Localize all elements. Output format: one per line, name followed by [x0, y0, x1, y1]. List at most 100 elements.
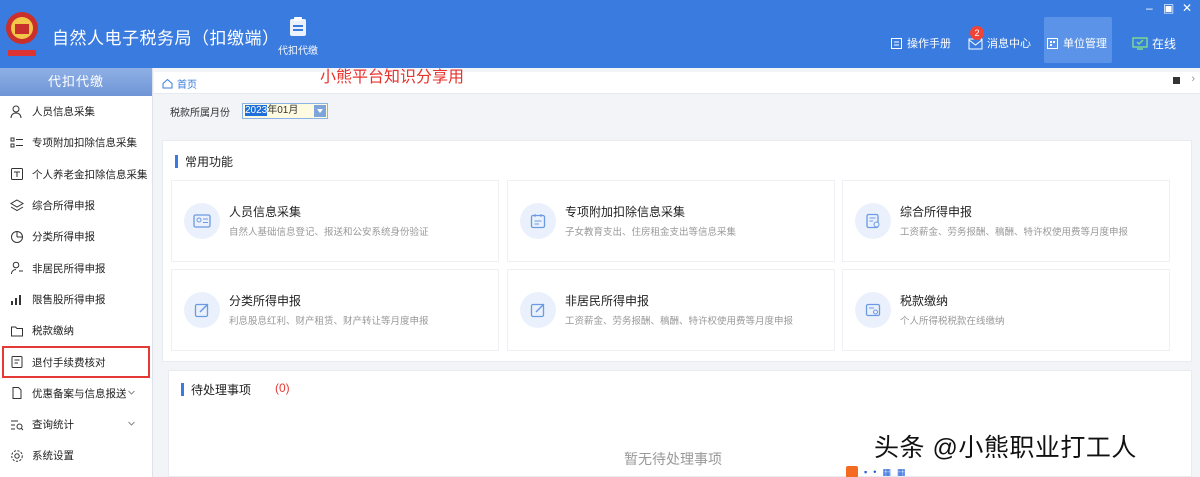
breadcrumb-home-label: 首页: [177, 80, 197, 91]
sidebar-item-query-stats[interactable]: 查询统计: [0, 409, 152, 440]
sidebar-item-classified-income[interactable]: 分类所得申报: [0, 221, 152, 252]
sidebar-item-label: 退付手续费核对: [32, 356, 106, 369]
dropdown-icon[interactable]: [314, 105, 326, 117]
card-title: 专项附加扣除信息采集: [565, 205, 686, 219]
sidebar-item-label: 系统设置: [32, 450, 74, 463]
sidebar-item-person-info[interactable]: 人员信息采集: [0, 96, 152, 127]
more-icon[interactable]: ›: [1191, 73, 1195, 85]
pension-icon: [11, 168, 23, 181]
folder-icon: [11, 326, 23, 337]
breadcrumb-bar: 首页 ›: [154, 72, 1200, 94]
sidebar-item-label: 分类所得申报: [32, 231, 95, 244]
month-filter-label: 税款所属月份: [170, 107, 230, 119]
sidebar-item-nonresident[interactable]: 非居民所得申报: [0, 252, 152, 283]
sidebar-item-label: 税款缴纳: [32, 325, 74, 338]
id-card-icon: [184, 203, 220, 239]
sidebar: 代扣代缴 人员信息采集 专项附加扣除信息采集 个人养老金扣除信息采集 综合所得申…: [0, 68, 153, 477]
card-desc: 子女教育支出、住房租金支出等信息采集: [565, 227, 737, 238]
card-desc: 利息股息红利、财产租赁、财产转让等月度申报: [229, 316, 429, 327]
watermark-bottom: 头条 @小熊职业打工人: [874, 434, 1137, 462]
calendar-doc-icon: [520, 203, 556, 239]
card-comprehensive-income[interactable]: 综合所得申报 工资薪金、劳务报酬、稿酬、特许权使用费等月度申报: [842, 180, 1170, 262]
online-status[interactable]: 在线: [1132, 34, 1176, 52]
online-label: 在线: [1152, 36, 1177, 51]
card-nonresident-income[interactable]: 非居民所得申报 工资薪金、劳务报酬、稿酬、特许权使用费等月度申报: [507, 269, 835, 351]
card-title: 税款缴纳: [900, 294, 949, 308]
message-badge: 2: [970, 26, 984, 40]
module-label: 代扣代缴: [278, 46, 318, 57]
sidebar-item-system-settings[interactable]: 系统设置: [0, 440, 152, 471]
common-functions-title: 常用功能: [175, 153, 233, 170]
ime-punct-icon: •: [873, 467, 877, 477]
card-special-deduction[interactable]: 专项附加扣除信息采集 子女教育支出、住房租金支出等信息采集: [507, 180, 835, 262]
sidebar-item-special-deduction[interactable]: 专项附加扣除信息采集: [0, 127, 152, 158]
card-classified-income[interactable]: 分类所得申报 利息股息红利、财产租赁、财产转让等月度申报: [171, 269, 499, 351]
card-desc: 工资薪金、劳务报酬、稿酬、特许权使用费等月度申报: [900, 227, 1129, 238]
module-withholding[interactable]: 代扣代缴: [272, 14, 324, 62]
breadcrumb-home[interactable]: 首页: [162, 76, 197, 91]
ime-logo-icon: [846, 466, 858, 477]
minimize-icon[interactable]: –: [1146, 1, 1153, 15]
ime-skin-icon: ▦: [896, 466, 906, 477]
layers-icon: [10, 198, 24, 211]
close-icon[interactable]: ✕: [1182, 1, 1192, 15]
sidebar-item-label: 优惠备案与信息报送: [32, 387, 127, 400]
user-outline-icon: [11, 261, 23, 275]
restore-icon[interactable]: ▣: [1163, 1, 1174, 15]
sidebar-item-label: 非居民所得申报: [32, 262, 106, 275]
pie-icon: [11, 230, 23, 243]
card-desc: 自然人基础信息登记、报送和公安系统身份验证: [229, 227, 429, 238]
card-title: 分类所得申报: [229, 294, 302, 308]
sidebar-item-pension[interactable]: 个人养老金扣除信息采集: [0, 159, 152, 190]
ime-keyboard-icon: ▦: [882, 466, 891, 477]
ime-mode-icon: ▪: [864, 467, 868, 477]
sidebar-item-tax-payment[interactable]: 税款缴纳: [0, 315, 152, 346]
common-functions-panel: 常用功能 人员信息采集 自然人基础信息登记、报送和公安系统身份验证 专项附加扣除…: [162, 140, 1192, 362]
app-title: 自然人电子税务局（扣缴端）: [52, 29, 280, 48]
receipt-icon: [11, 356, 23, 369]
card-person-info[interactable]: 人员信息采集 自然人基础信息登记、报送和公安系统身份验证: [171, 180, 499, 262]
document-icon: [12, 387, 22, 400]
sidebar-item-restricted-shares[interactable]: 限售股所得申报: [0, 284, 152, 315]
card-title: 综合所得申报: [900, 205, 973, 219]
chevron-down-icon: [128, 421, 135, 426]
month-select-year: 2023: [245, 105, 268, 116]
month-filter: 税款所属月份 2023年01月: [170, 103, 328, 119]
pending-title: 待处理事项: [181, 381, 251, 398]
sidebar-item-label: 人员信息采集: [32, 106, 95, 119]
sidebar-item-label: 个人养老金扣除信息采集: [32, 168, 148, 181]
sidebar-item-label: 限售股所得申报: [32, 293, 106, 306]
building-icon: [1047, 37, 1058, 49]
card-desc: 个人所得税税款在线缴纳: [900, 316, 1005, 327]
manual-button[interactable]: 操作手册: [890, 34, 951, 52]
month-select-month: 年01月: [267, 105, 299, 116]
sidebar-item-preferential-filing[interactable]: 优惠备案与信息报送: [0, 378, 152, 409]
list-icon: [10, 137, 23, 148]
card-title: 非居民所得申报: [565, 294, 650, 308]
card-tax-payment[interactable]: 税款缴纳 个人所得税税款在线缴纳: [842, 269, 1170, 351]
sidebar-header: 代扣代缴: [0, 68, 152, 96]
title-bar: 自然人电子税务局（扣缴端） 代扣代缴 操作手册 消息中心 2 单位管理 在线 –…: [0, 0, 1200, 68]
month-select[interactable]: 2023年01月: [242, 103, 328, 119]
card-desc: 工资薪金、劳务报酬、稿酬、特许权使用费等月度申报: [565, 316, 794, 327]
tax-emblem-logo: [6, 12, 38, 56]
search-list-icon: [11, 420, 24, 430]
card-title: 人员信息采集: [229, 205, 302, 219]
sidebar-item-label: 专项附加扣除信息采集: [32, 137, 137, 150]
sidebar-item-label: 综合所得申报: [32, 200, 95, 213]
pending-empty-text: 暂无待处理事项: [624, 451, 722, 467]
ime-toolbar: ▪ • ▦ ▦: [846, 465, 986, 477]
pending-count: (0): [275, 381, 290, 395]
sidebar-item-refund-fee-check[interactable]: 退付手续费核对: [2, 346, 150, 378]
report-icon: [855, 203, 891, 239]
chevron-down-icon: [128, 390, 135, 395]
edit-icon: [184, 292, 220, 328]
unit-management-button[interactable]: 单位管理: [1046, 34, 1107, 52]
payment-icon: [855, 292, 891, 328]
home-icon: [162, 78, 173, 89]
messages-label: 消息中心: [987, 38, 1031, 50]
sidebar-item-comprehensive-income[interactable]: 综合所得申报: [0, 190, 152, 221]
tab-close-icon[interactable]: [1173, 77, 1180, 84]
edit-icon: [520, 292, 556, 328]
bar-chart-icon: [11, 295, 21, 306]
